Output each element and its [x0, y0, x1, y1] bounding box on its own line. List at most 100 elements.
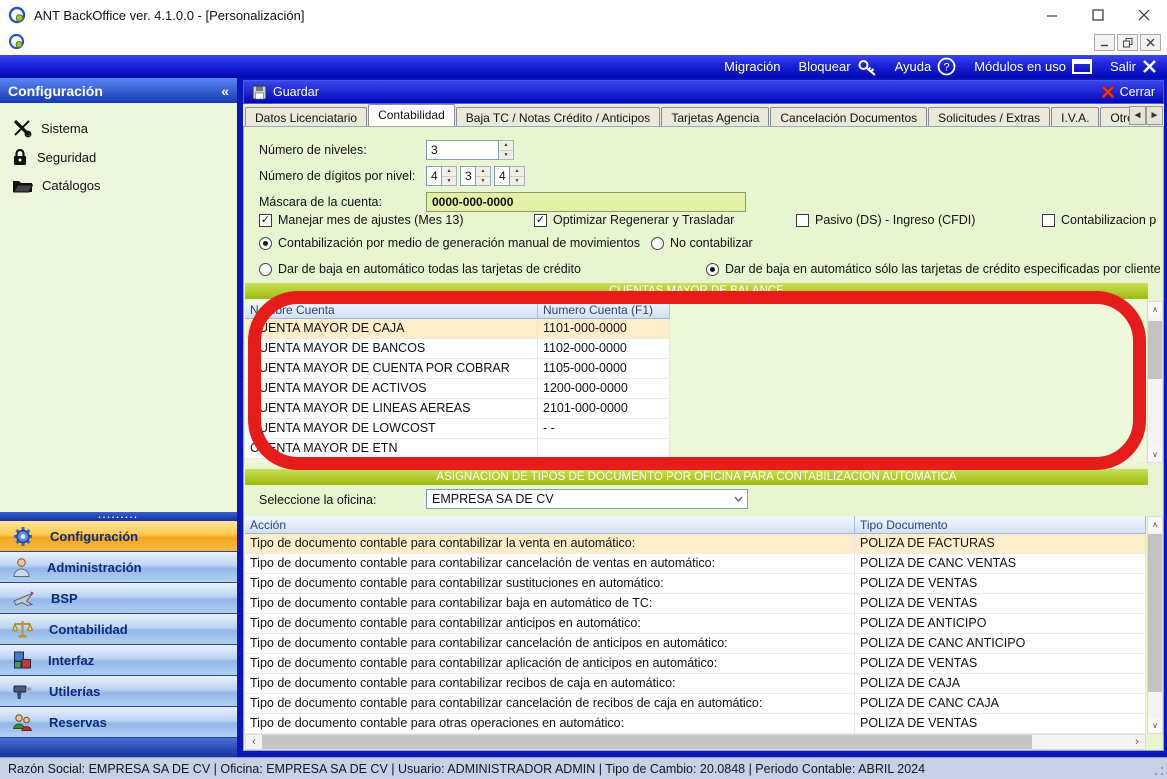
digits-stepper-3[interactable]: 4▲▼: [494, 166, 525, 186]
nav-button-contabilidad[interactable]: Contabilidad: [0, 614, 237, 645]
table-row[interactable]: Tipo de documento contable para contabil…: [245, 594, 1146, 614]
maximize-icon[interactable]: [1075, 0, 1121, 30]
tab-scroll-right-icon[interactable]: ►: [1146, 106, 1163, 125]
tab-datos-licenciatario[interactable]: Datos Licenciatario: [245, 107, 367, 126]
spin-down-icon[interactable]: ▼: [510, 177, 524, 186]
close-form-button[interactable]: Cerrar: [1101, 85, 1155, 99]
sidebar-item-catalogos[interactable]: Catálogos: [0, 172, 237, 198]
scroll-left-icon[interactable]: ‹: [246, 735, 262, 749]
checkbox-optimizar-regenerar-y-trasladar[interactable]: ✓Optimizar Regenerar y Trasladar: [534, 213, 734, 227]
radio-dar-de-baja-en-automatico-todas-las-tarjetas-de-credito[interactable]: Dar de baja en automático todas las tarj…: [259, 262, 581, 276]
tab-scroll-left-icon[interactable]: ◄: [1129, 106, 1146, 125]
assignment-grid-vscrollbar[interactable]: ∧ ∨: [1147, 516, 1163, 734]
mdi-close-icon[interactable]: [1140, 34, 1161, 51]
nav-button-interfaz[interactable]: Interfaz: [0, 645, 237, 676]
table-row[interactable]: Tipo de documento contable para otras op…: [245, 714, 1146, 734]
splitter-grip[interactable]: .........: [0, 512, 237, 521]
spin-up-icon[interactable]: ▲: [476, 167, 490, 177]
sidebar-item-seguridad[interactable]: Seguridad: [0, 143, 237, 172]
checkbox-pasivo-ds-ingreso-cfdi[interactable]: Pasivo (DS) - Ingreso (CFDI): [796, 213, 975, 227]
column-header-accion[interactable]: Acción: [245, 516, 855, 534]
collapse-icon[interactable]: «: [221, 83, 229, 99]
radio-circle-icon[interactable]: [259, 263, 272, 276]
digits-value[interactable]: 3: [460, 166, 476, 186]
scroll-right-icon[interactable]: ›: [1129, 735, 1145, 749]
levels-value[interactable]: 3: [426, 140, 499, 160]
levels-stepper[interactable]: 3 ▲▼: [426, 140, 514, 160]
toolbar-item-salir[interactable]: Salir: [1110, 59, 1157, 74]
toolbar-item-ayuda[interactable]: Ayuda?: [895, 57, 957, 76]
nav-button-administracion[interactable]: Administración: [0, 552, 237, 583]
digits-value[interactable]: 4: [494, 166, 510, 186]
spin-down-icon[interactable]: ▼: [499, 151, 513, 160]
digits-value[interactable]: 4: [426, 166, 442, 186]
toolbar-item-modulos-en-uso[interactable]: Módulos en uso: [974, 59, 1092, 74]
balance-grid-scrollbar[interactable]: ∧ ∨: [1147, 301, 1163, 463]
checkbox-manejar-mes-de-ajustes-mes-13[interactable]: ✓Manejar mes de ajustes (Mes 13): [259, 213, 464, 227]
checkbox-contabilizacion-p[interactable]: Contabilizacion p: [1042, 213, 1156, 227]
tab-contabilidad[interactable]: Contabilidad: [368, 104, 455, 126]
radio-no-contabilizar[interactable]: No contabilizar: [651, 236, 753, 250]
mdi-restore-icon[interactable]: [1117, 34, 1138, 51]
table-row[interactable]: Tipo de documento contable para contabil…: [245, 574, 1146, 594]
table-row[interactable]: Tipo de documento contable para contabil…: [245, 534, 1146, 554]
table-row[interactable]: Tipo de documento contable para contabil…: [245, 614, 1146, 634]
checkbox-box-icon[interactable]: [1042, 214, 1055, 227]
sidebar-item-sistema[interactable]: Sistema: [0, 113, 237, 143]
table-row[interactable]: CUENTA MAYOR DE LINEAS AEREAS2101-000-00…: [245, 399, 670, 419]
radio-dar-de-baja-en-automatico-solo-las-tarjetas-de-credito-especificadas-por-cliente[interactable]: Dar de baja en automático sólo las tarje…: [706, 262, 1161, 276]
save-button[interactable]: Guardar: [273, 85, 319, 99]
tab-tarjetas-agencia[interactable]: Tarjetas Agencia: [661, 107, 769, 126]
table-row[interactable]: Tipo de documento contable para contabil…: [245, 674, 1146, 694]
office-select[interactable]: EMPRESA SA DE CV: [426, 489, 748, 509]
scroll-up-icon[interactable]: ∧: [1148, 517, 1162, 532]
mask-field[interactable]: 0000-000-0000: [426, 192, 746, 212]
table-row[interactable]: CUENTA MAYOR DE ACTIVOS1200-000-0000: [245, 379, 670, 399]
radio-circle-icon[interactable]: [259, 237, 272, 250]
spin-down-icon[interactable]: ▼: [442, 177, 456, 186]
table-row[interactable]: CUENTA MAYOR DE ETN: [245, 439, 670, 459]
radio-circle-icon[interactable]: [706, 263, 719, 276]
spin-down-icon[interactable]: ▼: [476, 177, 490, 186]
table-row[interactable]: CUENTA MAYOR DE CAJA1101-000-0000: [245, 319, 670, 339]
radio-contabilizacion-por-medio-de-generacion-manual-de-movimientos[interactable]: Contabilización por medio de generación …: [259, 236, 640, 250]
table-row[interactable]: CUENTA MAYOR DE BANCOS1102-000-0000: [245, 339, 670, 359]
checkbox-box-icon[interactable]: ✓: [534, 214, 547, 227]
resize-grip[interactable]: [1154, 766, 1164, 776]
minimize-icon[interactable]: [1029, 0, 1075, 30]
scroll-down-icon[interactable]: ∨: [1148, 718, 1162, 733]
column-header-tipo-documento[interactable]: Tipo Documento: [855, 516, 1146, 534]
spin-up-icon[interactable]: ▲: [499, 141, 513, 151]
chevron-down-icon[interactable]: [729, 490, 747, 508]
table-row[interactable]: CUENTA MAYOR DE LOWCOST- -: [245, 419, 670, 439]
table-row[interactable]: Tipo de documento contable para contabil…: [245, 554, 1146, 574]
assignment-grid-hscrollbar[interactable]: ‹ ›: [245, 734, 1146, 750]
nav-button-configuracion[interactable]: Configuración: [0, 521, 237, 552]
table-row[interactable]: Tipo de documento contable para contabil…: [245, 654, 1146, 674]
mdi-minimize-icon[interactable]: [1094, 34, 1115, 51]
table-row[interactable]: Tipo de documento contable para contabil…: [245, 694, 1146, 714]
close-icon[interactable]: [1121, 0, 1167, 30]
digits-stepper-1[interactable]: 4▲▼: [426, 166, 457, 186]
column-header-numero-cuenta-f1[interactable]: Numero Cuenta (F1): [538, 301, 670, 319]
nav-button-reservas[interactable]: Reservas: [0, 707, 237, 738]
spin-up-icon[interactable]: ▲: [510, 167, 524, 177]
tab-baja-tc-notas-credito-anticipos[interactable]: Baja TC / Notas Crédito / Anticipos: [456, 107, 661, 126]
radio-circle-icon[interactable]: [651, 237, 664, 250]
tab-cancelacion-documentos[interactable]: Cancelación Documentos: [770, 107, 927, 126]
nav-button-utilerias[interactable]: Utilerías: [0, 676, 237, 707]
tab-i-v-a[interactable]: I.V.A.: [1051, 107, 1099, 126]
digits-stepper-2[interactable]: 3▲▼: [460, 166, 491, 186]
toolbar-item-bloquear[interactable]: Bloquear: [799, 58, 877, 76]
checkbox-box-icon[interactable]: [796, 214, 809, 227]
table-row[interactable]: Tipo de documento contable para contabil…: [245, 634, 1146, 654]
scroll-up-icon[interactable]: ∧: [1148, 302, 1162, 317]
column-header-nombre-cuenta[interactable]: Nombre Cuenta: [245, 301, 538, 319]
checkbox-box-icon[interactable]: ✓: [259, 214, 272, 227]
tab-solicitudes-extras[interactable]: Solicitudes / Extras: [928, 107, 1050, 126]
spin-up-icon[interactable]: ▲: [442, 167, 456, 177]
table-row[interactable]: CUENTA MAYOR DE CUENTA POR COBRAR1105-00…: [245, 359, 670, 379]
nav-button-bsp[interactable]: BSP: [0, 583, 237, 614]
scroll-down-icon[interactable]: ∨: [1148, 447, 1162, 462]
toolbar-item-migracion[interactable]: Migración: [724, 59, 780, 74]
